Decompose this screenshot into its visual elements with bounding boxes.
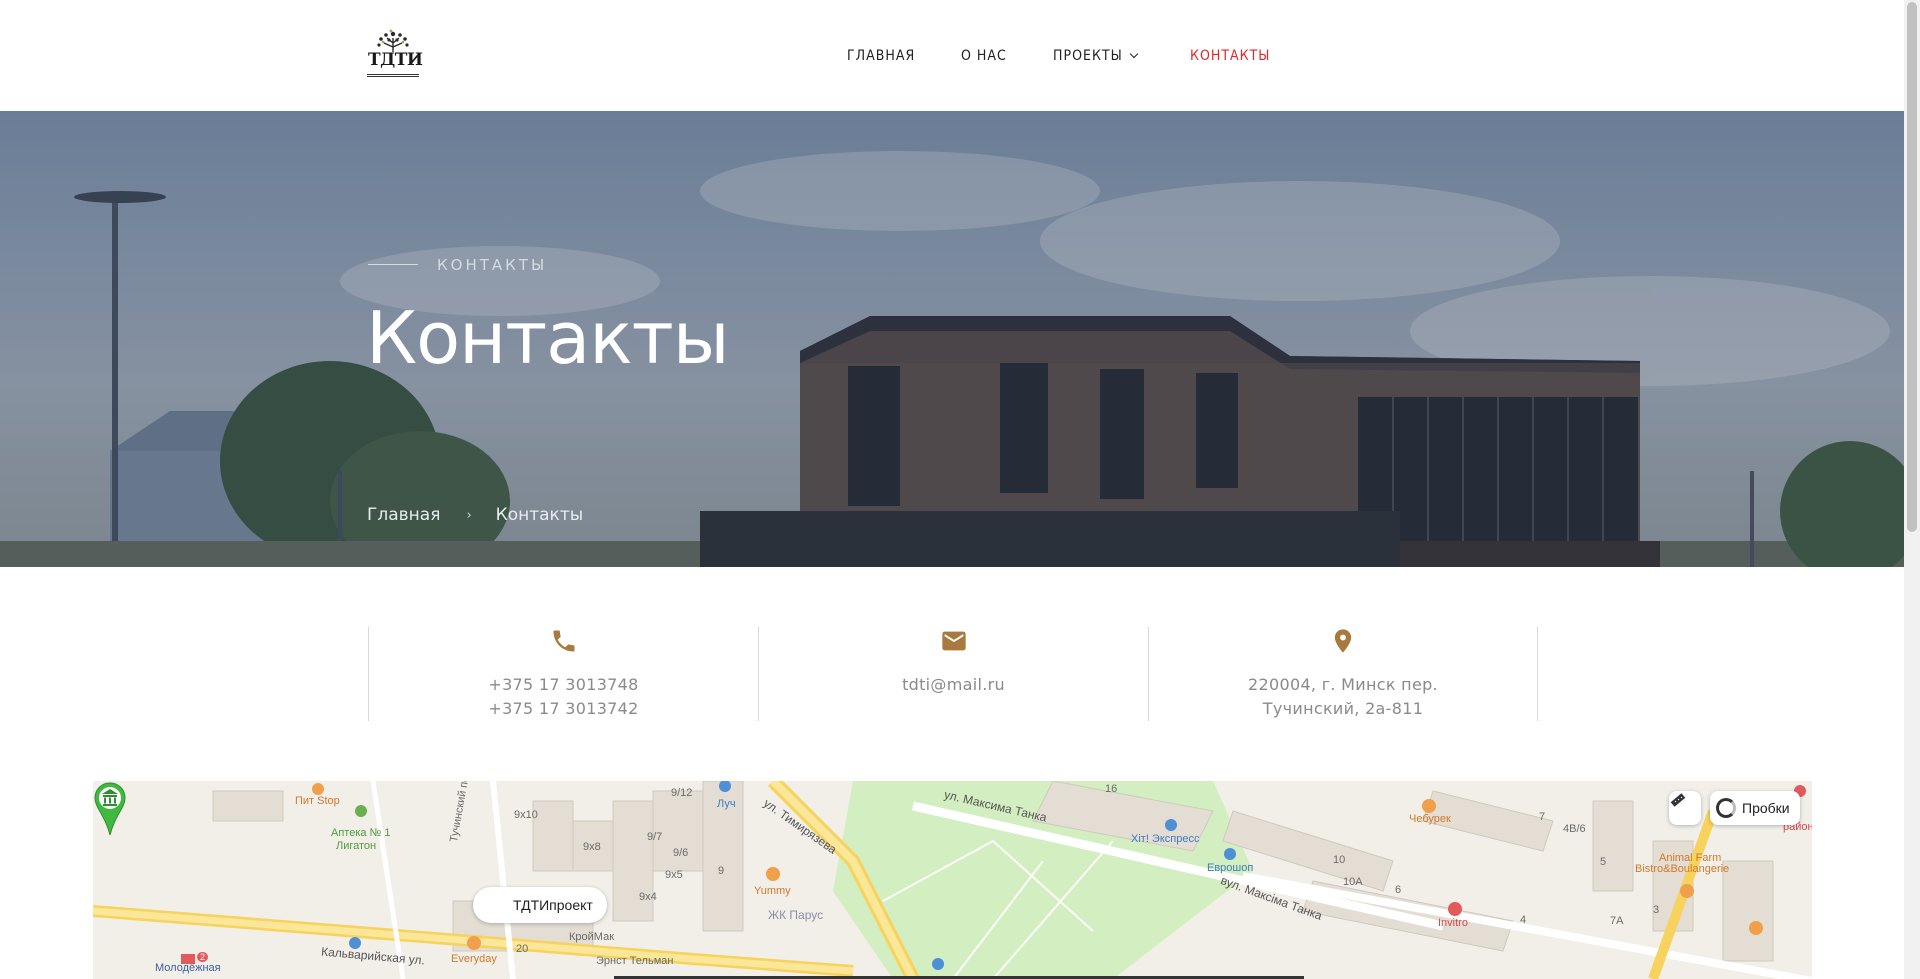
contact-address-box: 220004, г. Минск пер. Тучинский, 2а-811 — [1148, 627, 1538, 721]
map-label-9x5: 9х5 — [665, 869, 683, 881]
map-label-evroshop: Еврошоп — [1207, 862, 1254, 874]
location-pin-icon — [1334, 629, 1352, 653]
site-header: ТДТИ ГЛАВНАЯ О НАС ПРОЕКТЫ КОНТАКТЫ — [0, 0, 1904, 111]
chevron-down-icon — [1129, 49, 1138, 59]
page-scrollbar[interactable] — [1904, 0, 1920, 979]
map-label-molodezhnaya: Молодёжная — [155, 962, 221, 974]
site-logo[interactable]: ТДТИ — [367, 28, 423, 82]
map-label-16: 16 — [1105, 783, 1118, 795]
map-label-4v6: 4В/6 — [1563, 823, 1586, 835]
map-placemark-label[interactable]: ТДТИпроект — [473, 887, 607, 923]
nav-item-contacts[interactable]: КОНТАКТЫ — [1190, 48, 1270, 64]
map-label-9-12: 9/12 — [671, 787, 693, 799]
map-label-hit-express: Хіт! Экспресс — [1131, 833, 1200, 845]
nav-item-projects[interactable]: ПРОЕКТЫ — [1053, 48, 1138, 64]
map-label-9-6: 9/6 — [673, 847, 689, 859]
mail-icon — [941, 631, 966, 651]
map-label-metro-line: 2 — [197, 952, 209, 962]
map-label-ligaton: Лигатон — [336, 840, 377, 852]
map-ruler-button[interactable] — [1669, 791, 1701, 825]
contact-email-box: tdti@mail.ru — [758, 627, 1148, 721]
map-label-apteka: Аптека № 1 — [331, 827, 391, 839]
kicker-line — [368, 264, 418, 265]
logo-baseline — [367, 74, 419, 77]
map-label-4: 4 — [1520, 914, 1527, 926]
nav-item-projects-label: ПРОЕКТЫ — [1053, 48, 1123, 64]
map-label-luch: Луч — [717, 798, 736, 810]
map-label-invitro: Invitro — [1438, 917, 1468, 929]
map-label-9x10: 9х10 — [514, 809, 538, 821]
breadcrumb-current: Контакты — [495, 505, 584, 525]
breadcrumb-home-link[interactable]: Главная — [367, 505, 440, 525]
traffic-label: Пробки — [1742, 800, 1790, 816]
map-placemark-pin-icon[interactable] — [93, 781, 127, 837]
map-label-9x4: 9х4 — [639, 891, 657, 903]
breadcrumb-separator-icon: › — [466, 507, 472, 523]
breadcrumb: Главная › Контакты — [367, 505, 583, 525]
hero-banner: КОНТАКТЫ Контакты Главная › Контакты — [0, 111, 1904, 567]
map-label-ernst: Эрнст Тельман — [596, 955, 674, 967]
map-label-10a: 10А — [1343, 876, 1363, 888]
map-traffic-button[interactable]: Пробки — [1710, 791, 1800, 825]
map-label-5: 5 — [1600, 856, 1607, 868]
traffic-icon — [1716, 798, 1736, 818]
hero-overlay — [0, 111, 1904, 567]
address-line-2: Тучинский, 2а-811 — [1262, 699, 1424, 718]
hero-kicker: КОНТАКТЫ — [437, 256, 548, 274]
map-label-7: 7 — [1539, 811, 1546, 823]
yandex-map[interactable]: Пит Stop Аптека № 1 Лигатон Тучинский пе… — [93, 781, 1812, 979]
scrollbar-thumb[interactable] — [1907, 2, 1917, 532]
logo-text: ТДТИ — [368, 50, 423, 70]
map-label-9-7: 9/7 — [647, 831, 663, 843]
map-label-6: 6 — [1395, 884, 1402, 896]
address-line-1: 220004, г. Минск пер. — [1248, 675, 1438, 694]
page-title: Контакты — [366, 296, 730, 380]
contact-info-row: +375 17 3013748 +375 17 3013742 tdti@mai… — [368, 627, 1538, 721]
map-label-pit-stop: Пит Stop — [295, 795, 340, 807]
map-label-9x8: 9х8 — [583, 841, 601, 853]
phone-number-1[interactable]: +375 17 3013748 — [369, 673, 758, 697]
map-label-20: 20 — [516, 943, 529, 955]
map-label-cheburek: Чебурек — [1409, 813, 1451, 825]
nav-item-home[interactable]: ГЛАВНАЯ — [847, 48, 915, 64]
ruler-icon — [1670, 793, 1686, 807]
email-address[interactable]: tdti@mail.ru — [759, 673, 1148, 697]
placemark-title: ТДТИпроект — [513, 897, 593, 913]
map-label-animal-farm-bistro: Bistro&Boulangerie — [1635, 863, 1730, 875]
contact-phone-box: +375 17 3013748 +375 17 3013742 — [368, 627, 758, 721]
phone-icon — [553, 630, 574, 652]
map-label-everyday: Everyday — [451, 953, 497, 965]
phone-number-2[interactable]: +375 17 3013742 — [369, 697, 758, 721]
map-label-zhk-parus: ЖК Парус — [768, 908, 824, 922]
map-label-9: 9 — [718, 865, 725, 877]
map-label-yummy: Yummy — [754, 885, 791, 897]
map-label-3: 3 — [1653, 904, 1660, 916]
map-label-10: 10 — [1333, 854, 1346, 866]
map-label-kroymak: КройМак — [569, 931, 615, 943]
map-label-7a: 7А — [1610, 915, 1624, 927]
nav-item-about[interactable]: О НАС — [961, 48, 1007, 64]
